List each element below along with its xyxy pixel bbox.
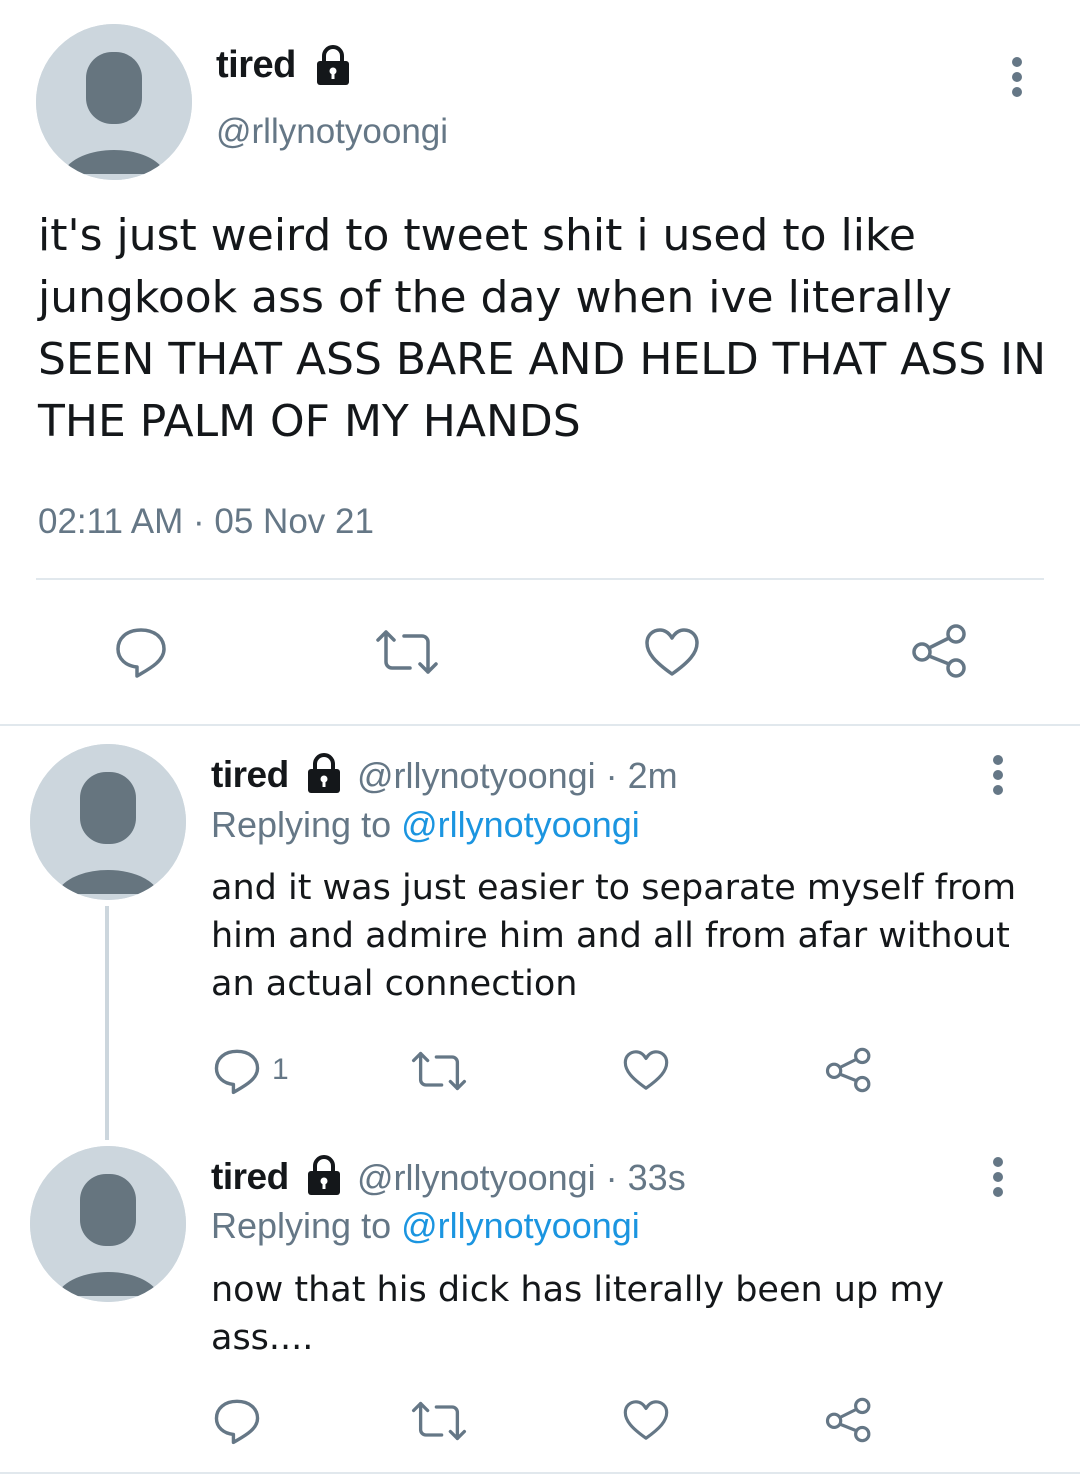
author-handle[interactable]: @rllynotyoongi [216, 112, 448, 152]
reply-author-name[interactable]: tired [211, 754, 289, 796]
section-divider [0, 724, 1080, 726]
more-options-icon[interactable] [982, 1154, 1014, 1200]
tweet-text: it's just weird to tweet shit i used to … [38, 210, 1047, 447]
lock-icon [303, 752, 345, 794]
more-options-icon[interactable] [982, 752, 1014, 798]
reply-text: now that his dick has literally been up … [211, 1270, 945, 1358]
bottom-divider [0, 1472, 1080, 1474]
comment-icon[interactable] [212, 1396, 262, 1446]
like-icon[interactable] [643, 626, 701, 678]
tweet-timestamp[interactable]: 02:11 AM · 05 Nov 21 [38, 502, 374, 542]
author-name[interactable]: tired [216, 44, 296, 87]
replying-to: Replying to @rllynotyoongi [211, 1205, 640, 1247]
avatar[interactable] [30, 744, 186, 900]
replying-to: Replying to @rllynotyoongi [211, 804, 640, 846]
avatar[interactable] [30, 1146, 186, 1302]
avatar[interactable] [36, 24, 192, 180]
retweet-icon[interactable] [410, 1400, 468, 1442]
replying-to-link[interactable]: @rllynotyoongi [401, 1205, 640, 1246]
more-options-icon[interactable] [1001, 54, 1033, 100]
reply-text: and it was just easier to separate mysel… [211, 868, 1017, 1004]
replying-to-link[interactable]: @rllynotyoongi [401, 804, 640, 845]
default-avatar-icon [30, 744, 186, 900]
retweet-icon[interactable] [374, 628, 440, 676]
lock-icon [303, 1154, 345, 1196]
comment-icon[interactable] [113, 624, 169, 680]
comment-icon[interactable] [212, 1046, 262, 1096]
replying-to-label: Replying to [211, 1205, 402, 1246]
retweet-icon[interactable] [410, 1050, 468, 1092]
replying-to-label: Replying to [211, 804, 402, 845]
share-icon[interactable] [910, 622, 970, 680]
share-icon[interactable] [824, 1046, 874, 1094]
like-icon[interactable] [622, 1048, 670, 1092]
default-avatar-icon [36, 24, 192, 180]
reply-handle-time[interactable]: @rllynotyoongi · 33s [357, 1157, 686, 1199]
reply-handle-time[interactable]: @rllynotyoongi · 2m [357, 755, 678, 797]
lock-icon [312, 44, 354, 86]
share-icon[interactable] [824, 1396, 874, 1444]
divider [36, 578, 1044, 580]
reply-count: 1 [272, 1053, 289, 1086]
like-icon[interactable] [622, 1398, 670, 1442]
reply-author-name[interactable]: tired [211, 1156, 289, 1198]
default-avatar-icon [30, 1146, 186, 1302]
thread-line [105, 906, 109, 1140]
